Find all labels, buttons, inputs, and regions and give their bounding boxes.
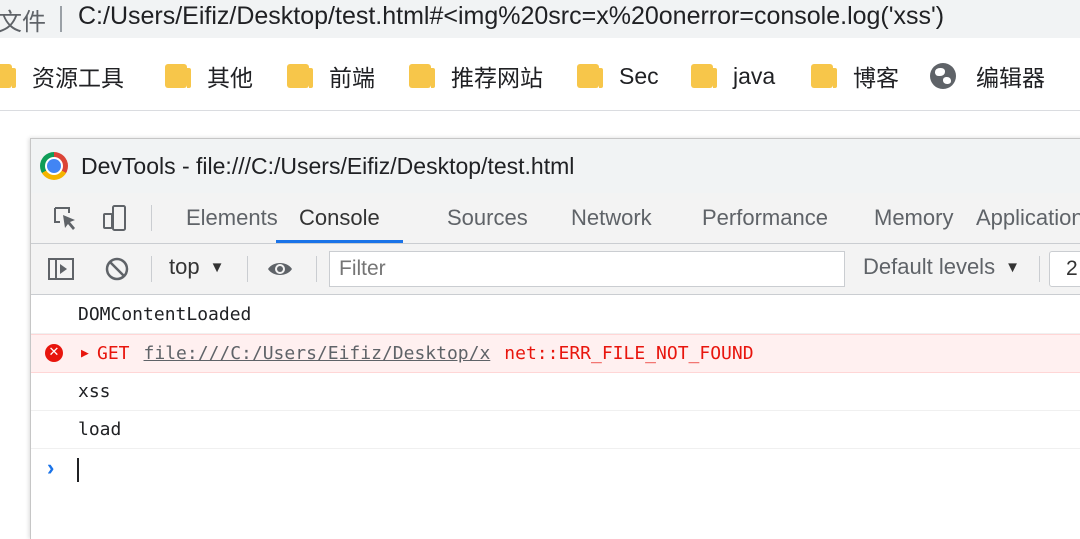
text-cursor — [77, 458, 79, 482]
bookmark-item[interactable]: 前端 — [287, 61, 375, 91]
prompt-chevron-icon: › — [47, 455, 55, 480]
folder-icon — [577, 64, 603, 88]
toolbar-separator — [151, 205, 152, 231]
error-url-link[interactable]: file:///C:/Users/Eifiz/Desktop/x — [144, 343, 491, 364]
console-toolbar: top ▼ Default levels ▼ 2 — [31, 244, 1080, 295]
context-selector[interactable]: top ▼ — [169, 254, 224, 280]
console-message-text: load — [78, 419, 122, 440]
live-expression-eye-icon[interactable] — [266, 255, 294, 283]
dropdown-caret-icon: ▼ — [209, 258, 225, 276]
log-levels-label: Default levels — [863, 254, 996, 279]
log-levels-dropdown[interactable]: Default levels ▼ — [863, 254, 1020, 280]
folder-icon — [409, 64, 435, 88]
bookmarks-bar: 资源工具 其他 前端 推荐网站 Sec java 博客 编辑器 — [0, 48, 1080, 110]
tab-performance[interactable]: Performance — [702, 193, 828, 243]
tab-sources[interactable]: Sources — [447, 193, 528, 243]
devtools-tabbar: Elements Console Sources Network Perform… — [31, 193, 1080, 244]
bookmark-label: 前端 — [329, 65, 375, 91]
folder-icon — [165, 64, 191, 88]
devtools-titlebar[interactable]: DevTools - file:///C:/Users/Eifiz/Deskto… — [31, 139, 1080, 193]
devtools-window: DevTools - file:///C:/Users/Eifiz/Deskto… — [30, 138, 1080, 539]
bookmark-item[interactable]: 编辑器 — [930, 61, 1045, 91]
folder-icon — [287, 64, 313, 88]
bookmark-item[interactable]: 推荐网站 — [409, 61, 543, 91]
error-icon: ✕ — [45, 344, 63, 362]
error-body: GET file:///C:/Users/Eifiz/Desktop/x net::… — [97, 335, 754, 372]
address-url[interactable]: C:/Users/Eifiz/Desktop/test.html#<img%20… — [78, 2, 944, 31]
bookmark-label: 推荐网站 — [451, 65, 543, 91]
sidebar-toggle-icon[interactable] — [47, 255, 75, 283]
console-message: DOMContentLoaded — [31, 296, 1080, 334]
address-separator — [60, 6, 62, 32]
error-method: GET — [97, 343, 130, 364]
filter-input[interactable] — [330, 252, 862, 286]
issues-counter[interactable]: 2 — [1049, 251, 1080, 287]
bookmark-label: Sec — [619, 62, 659, 89]
error-status: net::ERR_FILE_NOT_FOUND — [504, 343, 754, 364]
toolbar-separator — [316, 256, 317, 282]
console-error-message: ✕ ▶ GET file:///C:/Users/Eifiz/Desktop/x n… — [31, 334, 1080, 373]
globe-icon — [930, 63, 956, 89]
address-scheme-label: 文件 — [0, 9, 46, 36]
toolbar-separator — [1039, 256, 1040, 282]
devtools-title: DevTools - file:///C:/Users/Eifiz/Deskto… — [81, 152, 575, 179]
bookmark-item[interactable]: java — [691, 61, 775, 91]
bookmark-label: 其他 — [207, 65, 253, 91]
bookmark-item[interactable]: 资源工具 — [0, 61, 124, 91]
bookmark-item[interactable]: 博客 — [811, 61, 899, 91]
bookmark-label: 资源工具 — [32, 65, 124, 91]
bookmark-item[interactable]: 其他 — [165, 61, 253, 91]
tab-application[interactable]: Application — [976, 193, 1080, 243]
console-message-text: xss — [78, 381, 111, 402]
device-toolbar-icon[interactable] — [101, 204, 129, 232]
console-output: DOMContentLoaded ✕ ▶ GET file:///C:/Users… — [31, 296, 1080, 489]
toolbar-separator — [151, 256, 152, 282]
bookmark-label: 编辑器 — [976, 65, 1045, 91]
toolbar-separator — [247, 256, 248, 282]
tab-memory[interactable]: Memory — [874, 193, 953, 243]
expand-triangle-icon[interactable]: ▶ — [81, 335, 89, 372]
console-prompt[interactable]: › — [31, 449, 1080, 489]
context-label: top — [169, 254, 200, 279]
folder-icon — [691, 64, 717, 88]
bookmark-label: java — [733, 62, 776, 89]
console-message-text: DOMContentLoaded — [78, 304, 252, 325]
console-message: xss — [31, 373, 1080, 411]
bookmark-label: 博客 — [853, 65, 899, 91]
dropdown-caret-icon: ▼ — [1005, 258, 1020, 276]
bookmarks-divider — [0, 110, 1080, 111]
folder-icon — [0, 64, 16, 88]
filter-field[interactable] — [329, 251, 862, 287]
tab-console[interactable]: Console — [276, 193, 403, 243]
console-message: load — [31, 411, 1080, 449]
bookmark-item[interactable]: Sec — [577, 61, 659, 91]
tab-network[interactable]: Network — [571, 193, 652, 243]
chrome-logo-icon — [40, 152, 68, 180]
issues-count: 2 — [1066, 257, 1078, 280]
tab-elements[interactable]: Elements — [186, 193, 278, 243]
folder-icon — [811, 64, 837, 88]
clear-console-icon[interactable] — [103, 255, 131, 283]
address-bar[interactable]: 文件 C:/Users/Eifiz/Desktop/test.html#<img… — [0, 0, 1080, 38]
inspect-element-icon[interactable] — [51, 204, 79, 232]
